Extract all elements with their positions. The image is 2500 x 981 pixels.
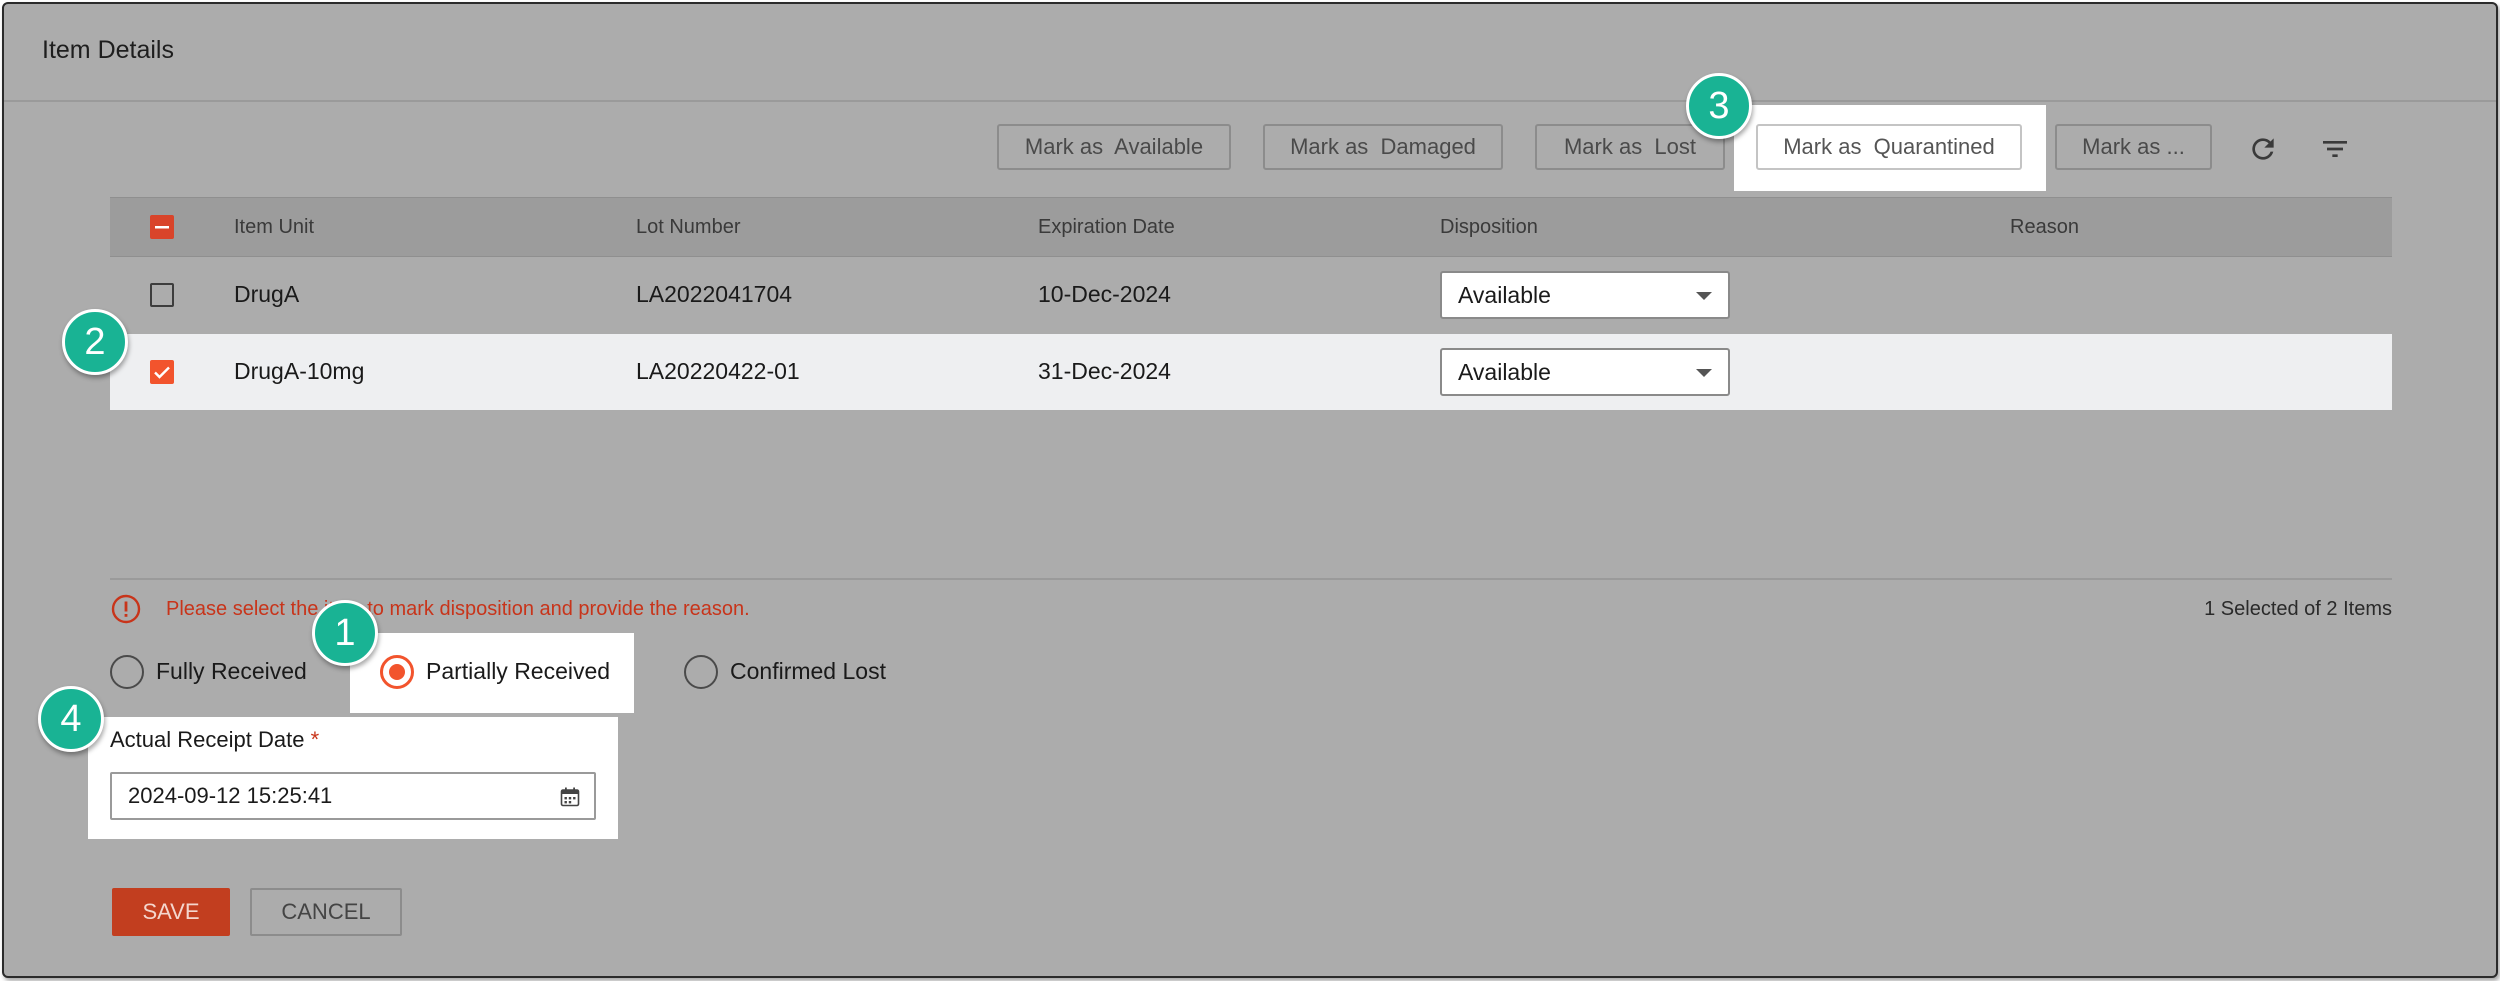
column-header-lot-number: Lot Number	[636, 216, 741, 238]
row-checkbox[interactable]	[150, 360, 174, 384]
mark-more-button[interactable]: Mark as ...	[2055, 124, 2212, 170]
disposition-value: Available	[1458, 359, 1551, 385]
error-message: Please select the item to mark dispositi…	[166, 598, 750, 620]
radio-partially-received[interactable]	[380, 655, 414, 689]
radio-label-confirmed-lost[interactable]: Confirmed Lost	[730, 658, 886, 685]
mark-available-button[interactable]: Mark as Available	[997, 124, 1231, 170]
receipt-date-label-text: Actual Receipt Date	[110, 727, 305, 752]
radio-label-partially-received[interactable]: Partially Received	[426, 658, 610, 685]
receipt-date-input[interactable]: 2024-09-12 15:25:41	[110, 772, 596, 820]
refresh-icon[interactable]	[2243, 129, 2283, 169]
step-marker-4: 4	[38, 686, 104, 752]
expiration-date-cell: 31-Dec-2024	[1038, 358, 1171, 384]
table-footer-divider	[110, 578, 2392, 580]
disposition-value: Available	[1458, 282, 1551, 308]
column-header-expiration-date: Expiration Date	[1038, 216, 1175, 238]
chevron-down-icon	[1696, 292, 1712, 300]
table-row[interactable]: DrugA-10mg LA20220422-01 31-Dec-2024 Ava…	[110, 334, 2392, 410]
required-mark: *	[310, 727, 320, 752]
radio-confirmed-lost[interactable]	[684, 655, 718, 689]
item-unit-cell: DrugA	[234, 281, 300, 307]
save-button[interactable]: SAVE	[112, 888, 230, 936]
radio-label-fully-received[interactable]: Fully Received	[156, 658, 307, 685]
page-title: Item Details	[42, 36, 174, 64]
disposition-select[interactable]: Available	[1440, 348, 1730, 396]
column-header-reason: Reason	[2010, 216, 2079, 238]
expiration-date-cell: 10-Dec-2024	[1038, 281, 1171, 307]
error-icon	[110, 593, 142, 625]
radio-fully-received[interactable]	[110, 655, 144, 689]
step-marker-3: 3	[1686, 73, 1752, 139]
checkmark-icon	[154, 366, 170, 379]
minus-icon	[155, 226, 169, 229]
title-divider	[4, 100, 2496, 102]
select-all-checkbox[interactable]	[150, 215, 174, 239]
mark-quarantined-button[interactable]: Mark as Quarantined	[1756, 124, 2022, 170]
row-checkbox[interactable]	[150, 283, 174, 307]
lot-number-cell: LA2022041704	[636, 281, 793, 307]
item-details-dialog: Item Details Mark as Available Mark as D…	[2, 2, 2498, 978]
table-row[interactable]: DrugA LA2022041704 10-Dec-2024 Available	[110, 257, 2392, 333]
mark-damaged-button[interactable]: Mark as Damaged	[1263, 124, 1503, 170]
lot-number-cell: LA20220422-01	[636, 358, 800, 384]
selected-count: 1 Selected of 2 Items	[2204, 598, 2392, 620]
item-unit-cell: DrugA-10mg	[234, 358, 365, 384]
column-header-item-unit: Item Unit	[234, 216, 315, 238]
step-marker-2: 2	[62, 309, 128, 375]
table-header: Item Unit Lot Number Expiration Date Dis…	[110, 197, 2392, 257]
column-header-disposition: Disposition	[1440, 216, 1538, 238]
receipt-date-label: Actual Receipt Date *	[110, 727, 319, 753]
disposition-select[interactable]: Available	[1440, 271, 1730, 319]
step-marker-1: 1	[312, 600, 378, 666]
chevron-down-icon	[1696, 369, 1712, 377]
filter-icon[interactable]	[2315, 129, 2355, 169]
calendar-icon[interactable]	[560, 787, 580, 807]
cancel-button[interactable]: CANCEL	[250, 888, 402, 936]
